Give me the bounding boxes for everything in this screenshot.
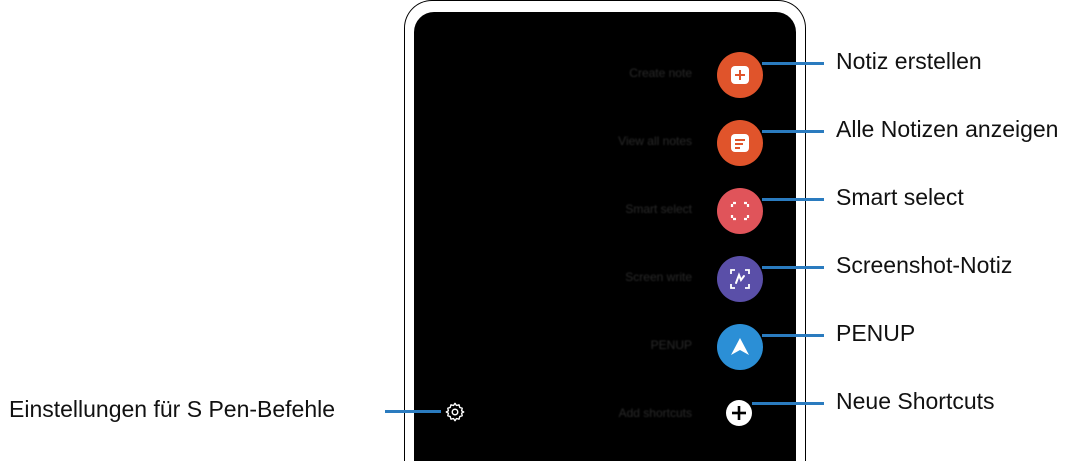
menu-item-label: PENUP — [650, 338, 692, 352]
smart-select-icon[interactable] — [717, 188, 763, 234]
menu-item-view-all-notes[interactable]: View all notes — [414, 120, 796, 166]
screen-write-icon[interactable] — [717, 256, 763, 302]
callout-line — [752, 402, 824, 405]
menu-item-add-shortcuts[interactable]: Add shortcuts — [414, 392, 796, 436]
callout-settings: Einstellungen für S Pen-Befehle — [9, 396, 336, 422]
create-note-icon[interactable] — [717, 52, 763, 98]
callout-line — [762, 130, 824, 133]
menu-item-screen-write[interactable]: Screen write — [414, 256, 796, 302]
menu-item-label: Screen write — [625, 270, 692, 284]
callout-line — [762, 334, 824, 337]
callout-line — [762, 198, 824, 201]
callout-smart-select: Smart select — [836, 184, 964, 210]
callout-line — [762, 266, 824, 269]
callout-line — [385, 410, 441, 413]
gear-icon[interactable] — [444, 401, 466, 423]
menu-item-label: Smart select — [625, 202, 692, 216]
callout-screen-write: Screenshot-Notiz — [836, 252, 1013, 278]
callout-line — [762, 62, 824, 65]
menu-item-create-note[interactable]: Create note — [414, 52, 796, 98]
view-notes-icon[interactable] — [717, 120, 763, 166]
menu-item-penup[interactable]: PENUP — [414, 324, 796, 370]
callout-create-note: Notiz erstellen — [836, 48, 982, 74]
air-command-panel: Create note View all notes Smart select — [414, 12, 796, 461]
penup-icon[interactable] — [717, 324, 763, 370]
menu-item-label: Create note — [629, 66, 692, 80]
callout-penup: PENUP — [836, 320, 916, 346]
callout-add-shortcuts: Neue Shortcuts — [836, 388, 995, 414]
menu-item-label: Add shortcuts — [618, 406, 692, 420]
menu-item-smart-select[interactable]: Smart select — [414, 188, 796, 234]
callout-view-all-notes: Alle Notizen anzeigen — [836, 116, 1059, 142]
plus-icon[interactable] — [726, 400, 752, 426]
menu-item-label: View all notes — [618, 134, 692, 148]
